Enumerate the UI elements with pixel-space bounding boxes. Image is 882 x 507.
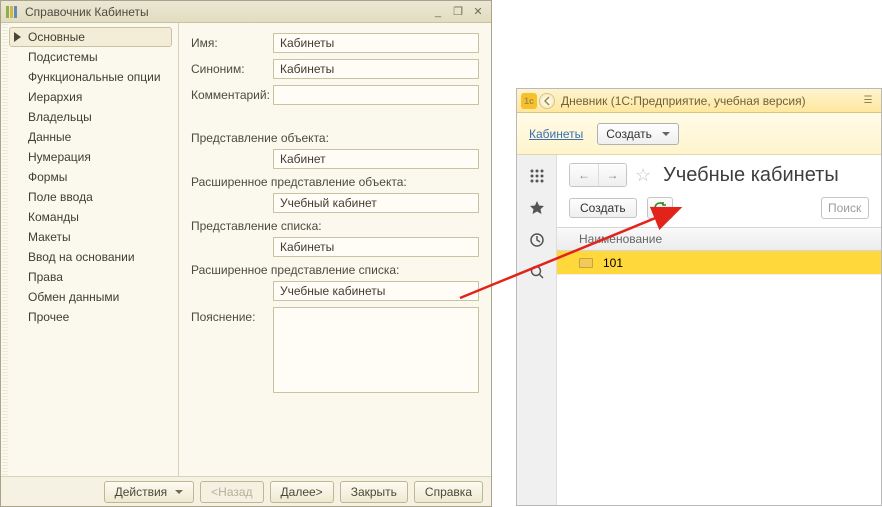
sidebar-item-label: Команды (28, 210, 79, 224)
sidebar-item-other[interactable]: Прочее (9, 307, 172, 327)
app-badge-icon: 1c (521, 93, 537, 109)
comment-label: Комментарий: (191, 88, 273, 102)
sidebar-item-templates[interactable]: Макеты (9, 227, 172, 247)
ext-list-repr-input[interactable] (273, 281, 479, 301)
sidebar-item-funcopts[interactable]: Функциональные опции (9, 67, 172, 87)
sidebar-item-owners[interactable]: Владельцы (9, 107, 172, 127)
grid-cell-name: 101 (603, 256, 623, 270)
synonym-label: Синоним: (191, 62, 273, 76)
runtime-content: ← → ☆ Учебные кабинеты Создать Поиск Наи… (557, 155, 881, 505)
synonym-input[interactable] (273, 59, 479, 79)
form-area: Имя: Синоним: Комментарий: Представление… (179, 23, 491, 476)
close-footer-button[interactable]: Закрыть (340, 481, 408, 503)
ext-obj-repr-label: Расширенное представление объекта: (191, 175, 479, 189)
designer-window: Справочник Кабинеты _ ❐ ✕ Основные Подси… (0, 0, 492, 507)
sidebar-item-label: Макеты (28, 230, 71, 244)
sidebar-item-inputfield[interactable]: Поле ввода (9, 187, 172, 207)
designer-footer: Действия <Назад Далее> Закрыть Справка (1, 476, 491, 506)
sidebar-item-label: Владельцы (28, 110, 92, 124)
sidebar-item-label: Прочее (28, 310, 69, 324)
runtime-toolbar: Кабинеты Создать (517, 113, 881, 155)
back-button[interactable]: <Назад (200, 481, 263, 503)
actions-button[interactable]: Действия (104, 481, 195, 503)
nav-back-forward: ← → (569, 163, 627, 187)
sidebar-item-label: Основные (28, 30, 85, 44)
nav-back-button[interactable]: ← (570, 164, 598, 186)
sidebar-item-hierarchy[interactable]: Иерархия (9, 87, 172, 107)
list-create-button[interactable]: Создать (569, 198, 637, 218)
obj-repr-label: Представление объекта: (191, 131, 479, 145)
search-input[interactable]: Поиск (821, 197, 869, 219)
sidebar-item-data[interactable]: Данные (9, 127, 172, 147)
sidebar-item-commands[interactable]: Команды (9, 207, 172, 227)
help-button[interactable]: Справка (414, 481, 483, 503)
folder-icon (579, 258, 593, 268)
sidebar-item-label: Формы (28, 170, 67, 184)
grid-icon[interactable] (528, 167, 546, 185)
designer-sidebar: Основные Подсистемы Функциональные опции… (1, 23, 179, 476)
runtime-nav: ← → ☆ Учебные кабинеты (557, 163, 881, 187)
toolbar-link-cabinets[interactable]: Кабинеты (529, 127, 583, 141)
grid-row[interactable]: 101 (557, 251, 881, 275)
grid-header[interactable]: Наименование (557, 227, 881, 251)
sidebar-item-label: Обмен данными (28, 290, 119, 304)
clock-icon[interactable] (528, 231, 546, 249)
sidebar-item-exchange[interactable]: Обмен данными (9, 287, 172, 307)
sidebar-item-rights[interactable]: Права (9, 267, 172, 287)
minimize-button[interactable]: _ (429, 4, 447, 20)
favorite-star-icon[interactable]: ☆ (635, 165, 651, 186)
explanation-label: Пояснение: (191, 307, 273, 324)
name-label: Имя: (191, 36, 273, 50)
app-icon (5, 5, 19, 19)
search-icon[interactable] (528, 263, 546, 281)
designer-title: Справочник Кабинеты (25, 5, 427, 19)
sidebar-item-label: Ввод на основании (28, 250, 135, 264)
sidebar-item-main[interactable]: Основные (9, 27, 172, 47)
sidebar-item-inputbase[interactable]: Ввод на основании (9, 247, 172, 267)
runtime-window: 1c Дневник (1C:Предприятие, учебная верс… (516, 88, 882, 506)
sidebar-item-label: Иерархия (28, 90, 82, 104)
close-button[interactable]: ✕ (469, 4, 487, 20)
refresh-button[interactable] (647, 197, 673, 219)
ext-list-repr-label: Расширенное представление списка: (191, 263, 479, 277)
runtime-extra-icon[interactable]: ☰ (859, 93, 877, 109)
sidebar-item-label: Функциональные опции (28, 70, 161, 84)
toolbar-create-button[interactable]: Создать (597, 123, 679, 145)
runtime-titlebar: 1c Дневник (1C:Предприятие, учебная верс… (517, 89, 881, 113)
designer-titlebar: Справочник Кабинеты _ ❐ ✕ (1, 1, 491, 23)
sidebar-item-forms[interactable]: Формы (9, 167, 172, 187)
nav-forward-button[interactable]: → (598, 164, 626, 186)
nav-round-button[interactable] (539, 93, 555, 109)
obj-repr-input[interactable] (273, 149, 479, 169)
sidebar-item-numbering[interactable]: Нумерация (9, 147, 172, 167)
sidebar-item-label: Поле ввода (28, 190, 93, 204)
star-icon[interactable] (528, 199, 546, 217)
runtime-title: Дневник (1C:Предприятие, учебная версия) (561, 94, 859, 108)
sidebar-item-label: Права (28, 270, 63, 284)
sidebar-item-subsystems[interactable]: Подсистемы (9, 47, 172, 67)
name-input[interactable] (273, 33, 479, 53)
next-button[interactable]: Далее> (270, 481, 334, 503)
sidebar-item-label: Нумерация (28, 150, 91, 164)
comment-input[interactable] (273, 85, 479, 105)
list-repr-label: Представление списка: (191, 219, 479, 233)
list-repr-input[interactable] (273, 237, 479, 257)
toolbar-create-label: Создать (606, 127, 652, 141)
ext-obj-repr-input[interactable] (273, 193, 479, 213)
sidebar-item-label: Данные (28, 130, 71, 144)
page-heading: Учебные кабинеты (663, 164, 839, 187)
explanation-input[interactable] (273, 307, 479, 393)
gutter-decoration (2, 24, 8, 476)
restore-button[interactable]: ❐ (449, 4, 467, 20)
sidebar-item-label: Подсистемы (28, 50, 98, 64)
runtime-rail (517, 155, 557, 505)
